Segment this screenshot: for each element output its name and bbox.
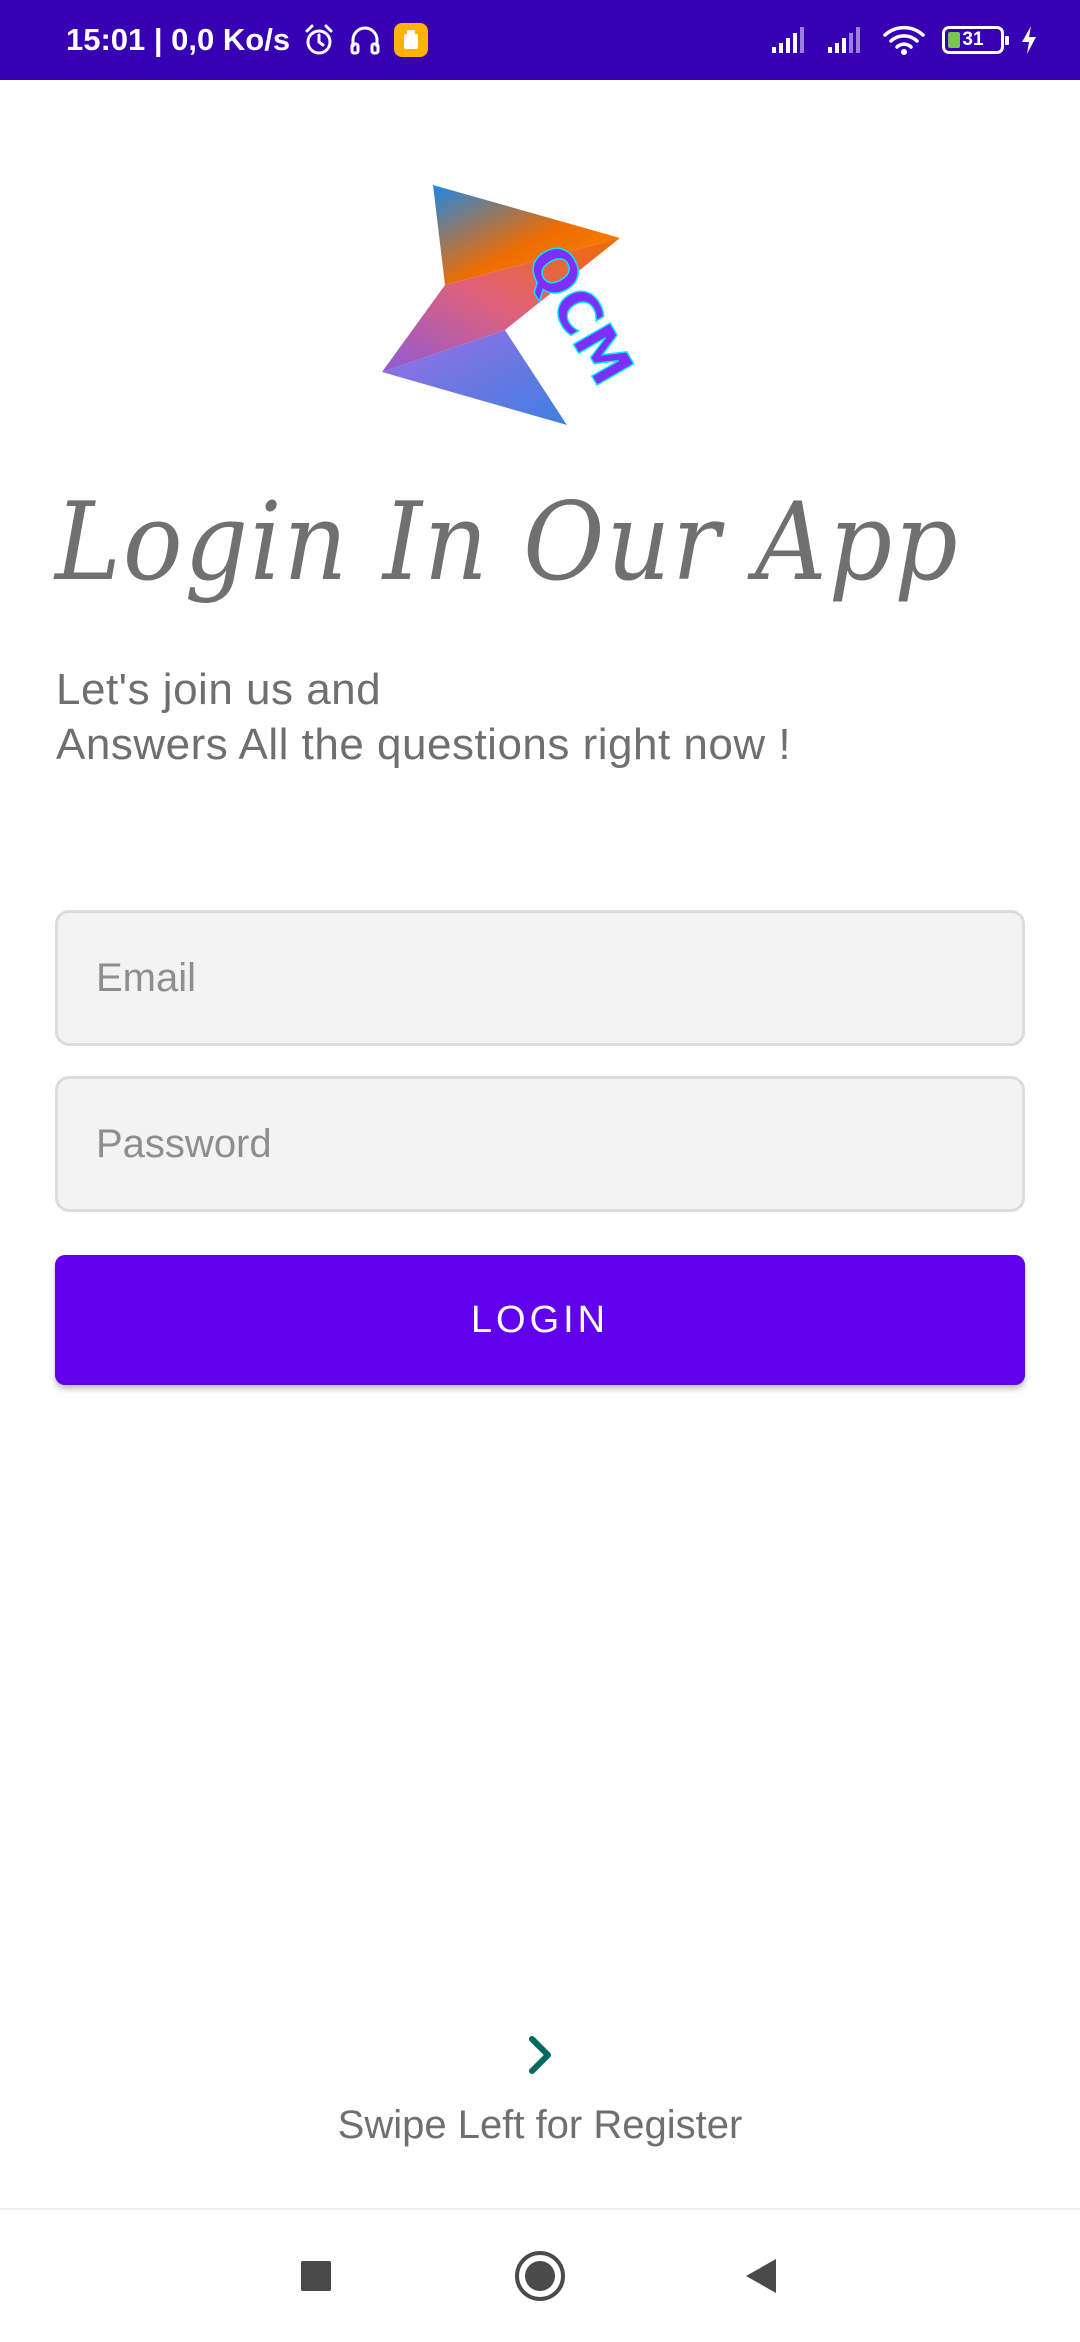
page-title: Login In Our App	[55, 480, 960, 605]
alarm-icon	[302, 23, 336, 57]
wifi-icon	[882, 24, 926, 56]
home-icon[interactable]	[510, 2246, 570, 2306]
status-bar: 15:01 | 0,0 Ko/s 31	[0, 0, 1080, 80]
chevron-right-icon[interactable]	[518, 2033, 562, 2077]
back-icon[interactable]	[732, 2246, 792, 2306]
system-nav-bar	[0, 2208, 1080, 2342]
signal-icon	[826, 25, 866, 55]
headset-icon	[348, 23, 382, 57]
swipe-register-label: Swipe Left for Register	[337, 2103, 743, 2147]
subtitle-line-1: Let's join us and	[56, 665, 382, 714]
app-logo: QCM	[375, 180, 647, 440]
battery-level: 31	[962, 29, 984, 50]
password-input[interactable]	[58, 1079, 1022, 1209]
page-subtitle: Let's join us and Answers All the questi…	[56, 662, 791, 772]
status-time-and-speed: 15:01 | 0,0 Ko/s	[66, 22, 291, 57]
password-field-container	[55, 1076, 1025, 1212]
charging-icon	[1020, 25, 1038, 55]
recents-icon[interactable]	[286, 2246, 346, 2306]
status-left: 15:01 | 0,0 Ko/s	[66, 0, 429, 80]
app-notification-icon	[394, 23, 429, 57]
status-right: 31	[770, 0, 1038, 80]
battery-icon: 31	[942, 26, 1009, 54]
email-input[interactable]	[58, 913, 1022, 1043]
signal-icon	[770, 25, 810, 55]
login-button[interactable]: LOGIN	[55, 1255, 1025, 1385]
email-field-container	[55, 910, 1025, 1046]
battery-fill	[948, 32, 960, 48]
subtitle-line-2: Answers All the questions right now !	[56, 720, 792, 769]
